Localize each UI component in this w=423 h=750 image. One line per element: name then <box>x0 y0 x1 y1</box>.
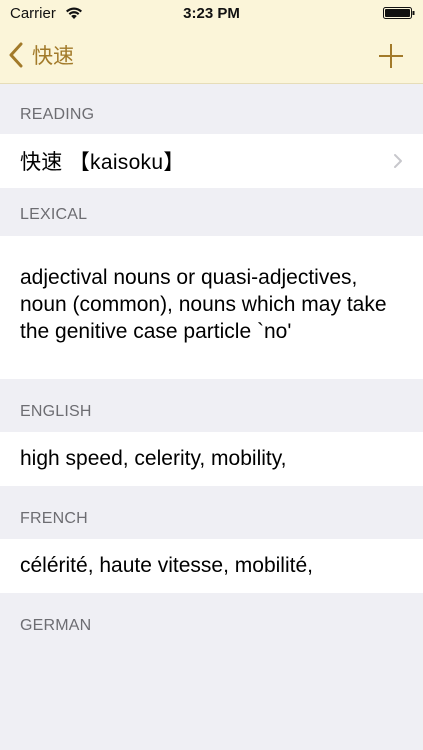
chevron-left-icon <box>9 42 23 68</box>
english-cell: high speed, celerity, mobility, <box>0 432 423 486</box>
french-section-header: FRENCH <box>20 510 88 527</box>
chevron-right-icon <box>394 154 402 168</box>
plus-icon[interactable] <box>377 42 405 70</box>
back-button-label: 快速 <box>32 45 74 68</box>
french-cell: célérité, haute vitesse, mobilité, <box>0 539 423 593</box>
detail-list: READING 快速 【kaisoku】 LEXICAL adjectival … <box>0 84 423 646</box>
battery-icon <box>383 7 415 19</box>
status-bar: Carrier 3:23 PM <box>0 0 423 26</box>
english-value: high speed, celerity, mobility, <box>20 447 287 470</box>
french-value: célérité, haute vitesse, mobilité, <box>20 554 313 577</box>
lexical-value: adjectival nouns or quasi-adjectives, no… <box>20 266 387 343</box>
reading-cell[interactable]: 快速 【kaisoku】 <box>0 134 423 188</box>
lexical-cell: adjectival nouns or quasi-adjectives, no… <box>0 236 423 379</box>
english-section-header: ENGLISH <box>20 403 92 420</box>
reading-section-header: READING <box>20 106 95 123</box>
clock: 3:23 PM <box>183 5 240 22</box>
lexical-section-header: LEXICAL <box>20 206 88 223</box>
top-bar: Carrier 3:23 PM 快速 <box>0 0 423 84</box>
reading-value: 快速 【kaisoku】 <box>20 151 185 174</box>
german-section-header: GERMAN <box>20 617 92 634</box>
back-button[interactable]: 快速 <box>8 40 74 70</box>
navigation-bar: 快速 <box>0 26 423 84</box>
